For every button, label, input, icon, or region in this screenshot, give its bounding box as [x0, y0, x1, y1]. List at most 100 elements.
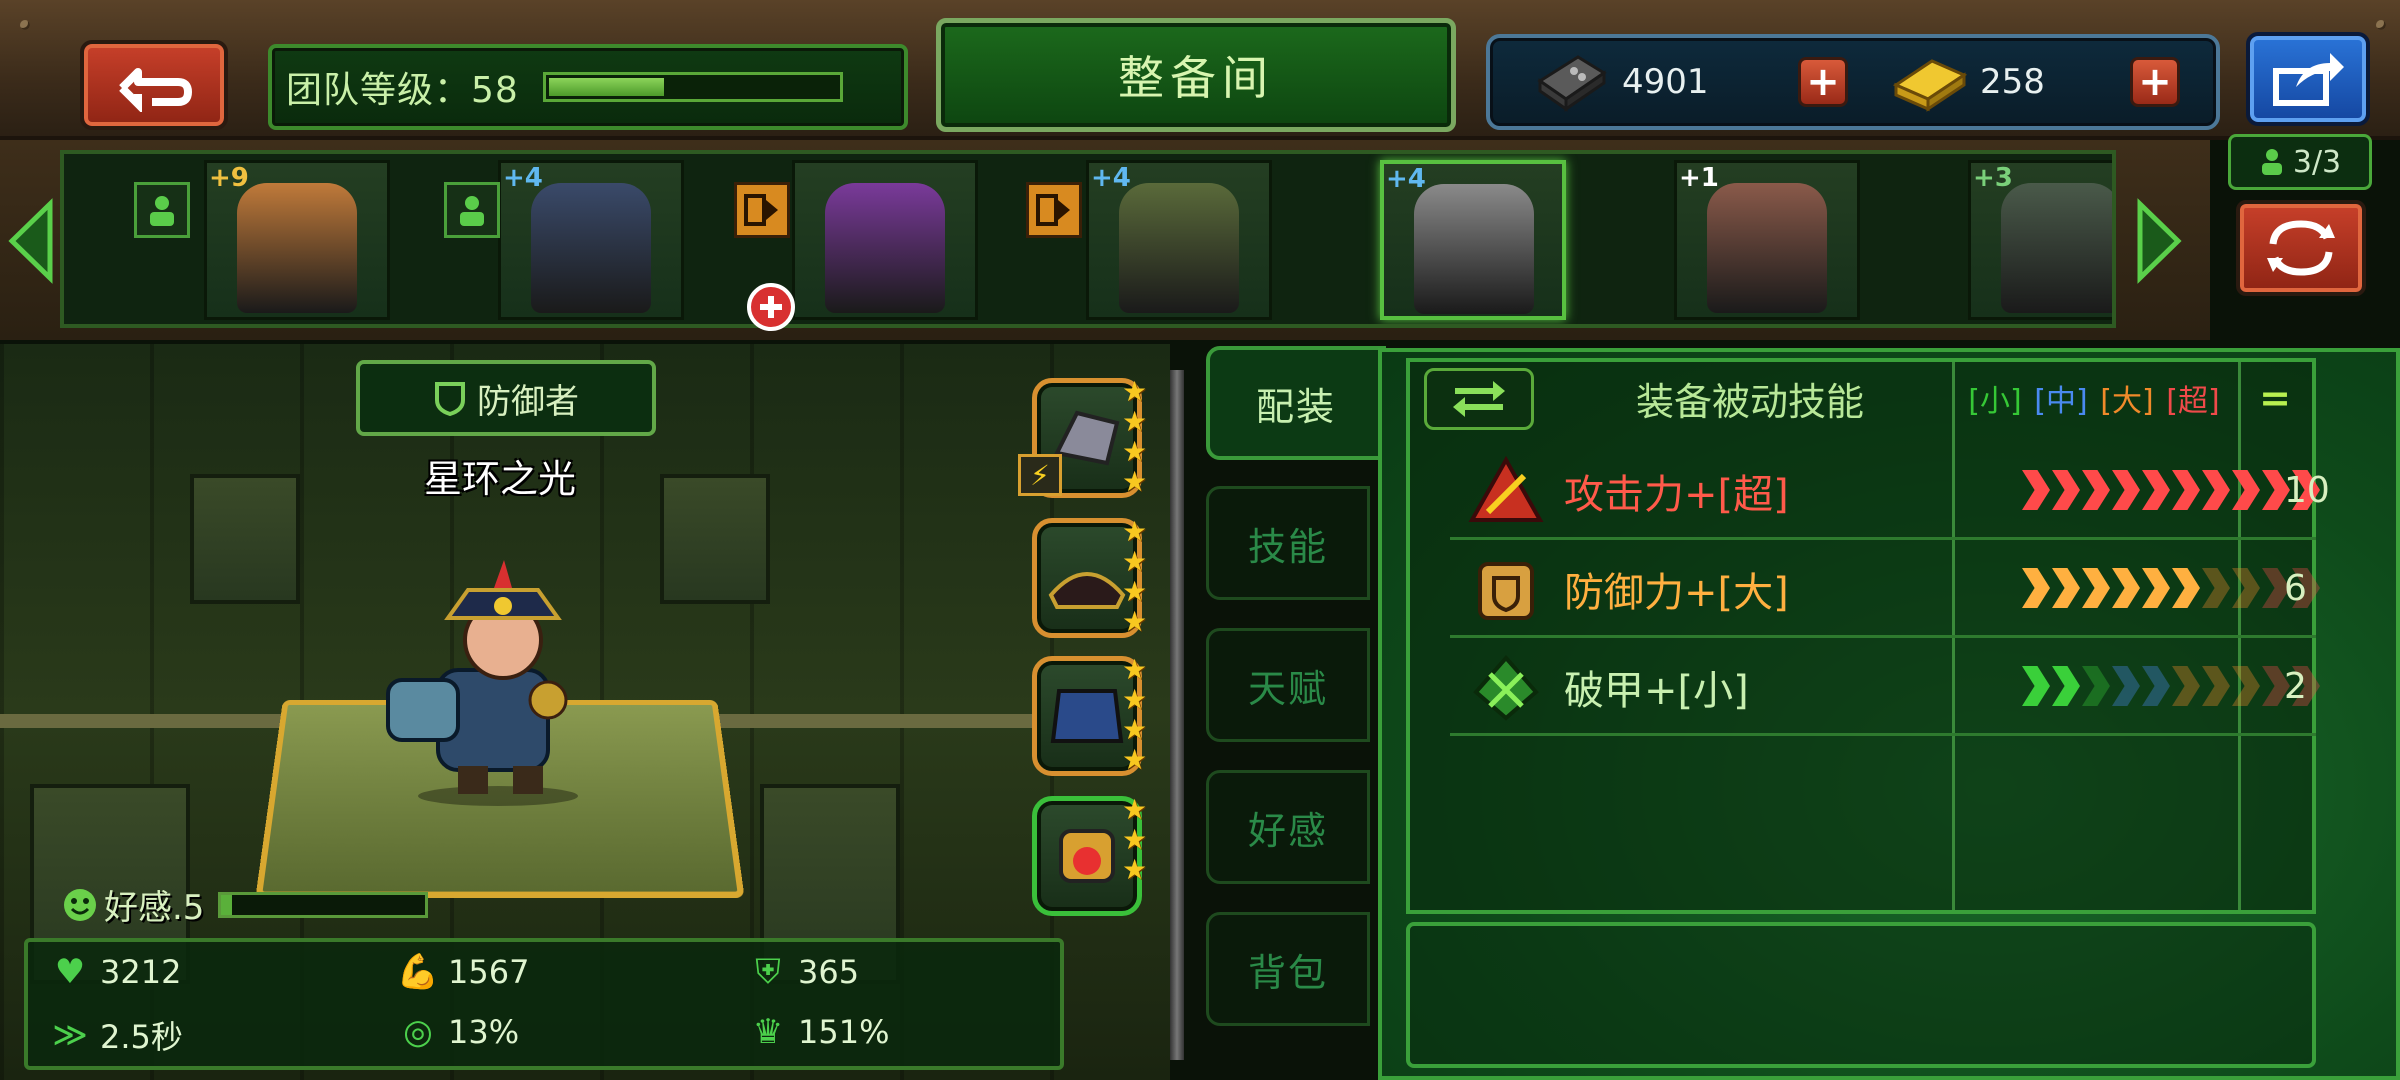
hero-slot[interactable]: +4: [498, 160, 684, 320]
return-arrow-icon: [119, 68, 192, 112]
arm-strength-icon: 💪: [396, 952, 440, 992]
passive-row[interactable]: 攻击力+[超] 10: [1450, 442, 2330, 540]
hero-rank-badge: +4: [1386, 164, 1426, 194]
progress-chevron: [2022, 666, 2050, 706]
tab-3[interactable]: 好感: [1206, 770, 1370, 884]
hero-slot[interactable]: +4: [1380, 160, 1566, 320]
rivet: [2376, 20, 2386, 30]
accessory-stars: ★ ★ ★: [1122, 793, 1148, 886]
hero-portrait: [825, 183, 945, 313]
stat-defense-value: 365: [798, 953, 860, 991]
stat-crit: ◎ 13%: [398, 1012, 519, 1052]
currency-panel: 4901 + 258 +: [1486, 34, 2220, 130]
hero-portrait: [2001, 183, 2112, 313]
scroll-left-arrow-icon[interactable]: [6, 196, 56, 286]
armor-break-icon: [1468, 652, 1544, 722]
gold-bar-icon: [1892, 59, 1968, 112]
lightning-icon: ⚡: [1018, 454, 1062, 496]
page-title-plate: 整备间: [936, 18, 1456, 132]
progress-chevron: [2172, 666, 2200, 706]
progress-chevron: [2052, 666, 2080, 706]
hero-portrait: [531, 183, 651, 313]
remove-badge-icon[interactable]: [746, 282, 796, 332]
progress-chevron: [2202, 666, 2230, 706]
page-title: 整备间: [1118, 51, 1274, 105]
hero-name: 星环之光: [423, 457, 576, 501]
swap-team-button[interactable]: [2236, 200, 2366, 296]
affection-progress-fill: [221, 894, 232, 915]
hero-roster-strip[interactable]: +9 +4 +4 +4 +1 +3: [60, 150, 2116, 328]
in-team-tag-icon: [1026, 182, 1082, 238]
progress-chevron: [2052, 470, 2080, 510]
progress-chevron: [2172, 470, 2200, 510]
add-tech-parts-button[interactable]: +: [1798, 57, 1848, 107]
passive-skills-header: 装备被动技能: [1635, 379, 1864, 424]
defense-power-icon: [1468, 554, 1544, 624]
stat-crit-damage-value: 151%: [798, 1013, 890, 1051]
hero-stats-panel: ♥ 3212 💪 1567 ⛨ 365 ≫ 2.5秒 ◎ 13% ♛ 151%: [24, 938, 1064, 1070]
stat-hp: ♥ 3212: [50, 952, 182, 992]
swap-arrows-icon: [1453, 381, 1505, 417]
tier-progress: [2022, 666, 2320, 706]
stat-crit-damage: ♛ 151%: [748, 1012, 890, 1052]
hero-rank-badge: +3: [1973, 163, 2013, 193]
team-level-panel: 团队等级：58: [268, 44, 908, 130]
progress-chevron: [2232, 470, 2260, 510]
toggle-view-button[interactable]: [1424, 368, 1534, 430]
progress-chevron: [2142, 666, 2170, 706]
team-level-label: 团队等级：58: [286, 70, 519, 111]
progress-chevron: [2112, 666, 2140, 706]
tab-0[interactable]: 配装: [1206, 346, 1386, 460]
progress-chevron: [2232, 568, 2260, 608]
shield-icon: [435, 382, 465, 416]
helmet-stars: ★ ★ ★ ★: [1122, 515, 1148, 638]
hero-slot[interactable]: +4: [1086, 160, 1272, 320]
affection-progress-bar: [218, 891, 429, 918]
hero-slot[interactable]: +9: [204, 160, 390, 320]
add-gold-button[interactable]: +: [2130, 57, 2180, 107]
passive-name: 攻击力+[超]: [1564, 472, 1789, 518]
hero-class-tag: 防御者: [356, 360, 656, 436]
gold-bars-value: 258: [1980, 62, 2045, 102]
progress-chevron: [2082, 568, 2110, 608]
hero-portrait: [1707, 183, 1827, 313]
attack-power-icon: [1468, 455, 1544, 526]
tier-progress: [2022, 470, 2320, 510]
stat-defense: ⛨ 365: [748, 952, 859, 992]
tab-2[interactable]: 天赋: [1206, 628, 1370, 742]
tab-1[interactable]: 技能: [1206, 486, 1370, 600]
wall-panel: [190, 474, 300, 604]
hero-portrait: [237, 183, 357, 313]
hero-slot[interactable]: [792, 160, 978, 320]
tier-header: [超]: [2166, 384, 2220, 419]
tab-4[interactable]: 背包: [1206, 912, 1370, 1026]
passive-count: 2: [2284, 666, 2307, 707]
share-button[interactable]: [2246, 32, 2370, 126]
weapon-stars: ★ ★ ★ ★: [1122, 375, 1148, 498]
team-level-progress-fill: [548, 78, 664, 96]
tech-parts-icon: [1537, 55, 1607, 112]
target-icon: ◎: [403, 1012, 433, 1052]
back-button[interactable]: [80, 40, 228, 130]
stat-attack-speed-value: 2.5秒: [100, 1018, 183, 1056]
skill-description-box: [1406, 922, 2316, 1068]
hero-slot[interactable]: +1: [1674, 160, 1860, 320]
progress-chevron: [2202, 568, 2230, 608]
empty-team-slot-icon[interactable]: [134, 182, 190, 238]
passive-row[interactable]: 破甲+[小] 2: [1450, 638, 2320, 736]
passive-name: 防御力+[大]: [1564, 570, 1789, 616]
team-count-value: 3/3: [2292, 144, 2342, 180]
hero-portrait: [1119, 183, 1239, 313]
scroll-right-arrow-icon[interactable]: [2134, 196, 2184, 286]
team-level-progress-bar: [542, 72, 843, 102]
wall-panel: [660, 474, 770, 604]
plus-icon: +: [2138, 59, 2172, 105]
progress-chevron: [2022, 568, 2050, 608]
passive-row[interactable]: 防御力+[大] 6: [1450, 540, 2320, 638]
person-icon: [2261, 149, 2282, 175]
progress-chevron: [2172, 568, 2200, 608]
hero-slot[interactable]: +3: [1968, 160, 2112, 320]
empty-team-slot-icon[interactable]: [444, 182, 500, 238]
hero-sprite[interactable]: [378, 560, 608, 810]
progress-chevron: [2142, 470, 2170, 510]
